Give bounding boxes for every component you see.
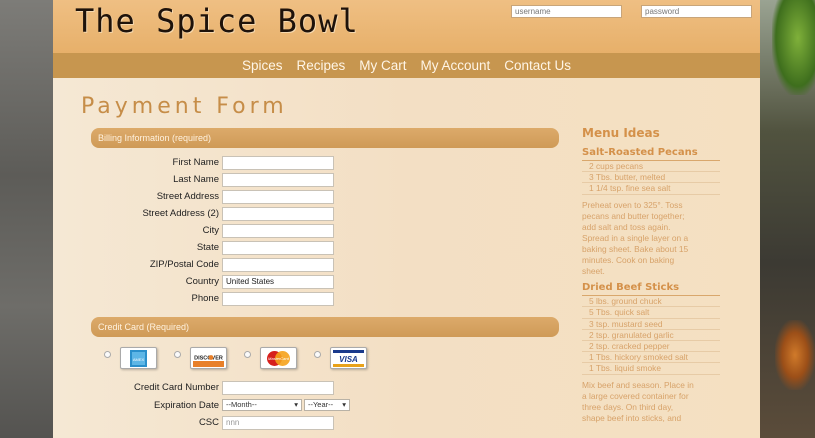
month-select-value: --Month--: [226, 400, 257, 409]
main-nav: Spices Recipes My Cart My Account Contac…: [53, 53, 760, 78]
svg-text:MasterCard: MasterCard: [268, 356, 290, 361]
recipe-instruction-line: baking sheet. Bake about 15: [582, 243, 689, 254]
svg-text:DISCOVER: DISCOVER: [194, 355, 223, 361]
first-name-field[interactable]: [222, 156, 334, 170]
site-logo[interactable]: The Spice Bowl: [75, 2, 359, 40]
svg-text:VISA: VISA: [339, 355, 358, 364]
country-row: Country United States: [91, 275, 391, 290]
ingredient-item: 1 1/4 tsp. fine sea salt: [582, 183, 720, 195]
recipe-instruction-line: sheet.: [582, 266, 605, 277]
username-input[interactable]: username: [511, 5, 622, 18]
leaf-decoration: [772, 0, 815, 95]
recipe-instruction-line: a large covered container for: [582, 390, 689, 401]
card-number-label: Credit Card Number: [134, 382, 219, 393]
ingredient-item: 2 tsp. cracked pepper: [582, 341, 720, 353]
recipe-instruction-line: add salt and toss again.: [582, 221, 671, 232]
state-row: State: [91, 241, 391, 256]
menu-ideas-sidebar: Menu Ideas Salt-Roasted Pecans 2 cups pe…: [582, 126, 722, 424]
street-address-2-field[interactable]: [222, 207, 334, 221]
discover-logo-icon[interactable]: DISCOVER: [190, 347, 227, 369]
spice-decoration: [775, 320, 815, 390]
visa-radio[interactable]: [314, 351, 321, 358]
last-name-row: Last Name: [91, 173, 391, 188]
country-label: Country: [185, 276, 219, 287]
nav-spices[interactable]: Spices: [242, 58, 283, 73]
nav-my-cart[interactable]: My Cart: [359, 58, 406, 73]
street-address-2-label: Street Address (2): [142, 208, 219, 219]
last-name-label: Last Name: [173, 174, 219, 185]
city-field[interactable]: [222, 224, 334, 238]
recipe-instruction-line: Mix beef and season. Place in: [582, 379, 694, 390]
nav-contact-us[interactable]: Contact Us: [504, 58, 571, 73]
chevron-down-icon: ▾: [294, 400, 298, 409]
street-address-label: Street Address: [156, 191, 219, 202]
amex-logo-icon[interactable]: AMEX: [120, 347, 157, 369]
country-field[interactable]: United States: [222, 275, 334, 289]
amex-radio[interactable]: [104, 351, 111, 358]
recipe-title[interactable]: Salt-Roasted Pecans: [582, 147, 720, 161]
last-name-field[interactable]: [222, 173, 334, 187]
street-address-2-row: Street Address (2): [91, 207, 391, 222]
expiration-label: Expiration Date: [154, 400, 219, 411]
nav-my-account[interactable]: My Account: [421, 58, 491, 73]
year-select[interactable]: --Year-- ▾: [304, 399, 350, 411]
state-field[interactable]: [222, 241, 334, 255]
ingredient-item: 5 lbs. ground chuck: [582, 296, 720, 308]
year-select-value: --Year--: [308, 400, 334, 409]
password-input[interactable]: password: [641, 5, 752, 18]
ingredient-item: 3 Tbs. butter, melted: [582, 172, 720, 184]
city-row: City: [91, 224, 391, 239]
menu-ideas-heading: Menu Ideas: [582, 126, 660, 140]
mastercard-logo-icon[interactable]: MasterCard: [260, 347, 297, 369]
ingredient-item: 2 tsp. granulated garlic: [582, 330, 720, 342]
site-header: The Spice Bowl username password: [53, 0, 760, 53]
ingredient-item: 1 Tbs. hickory smoked salt: [582, 352, 720, 364]
city-label: City: [202, 225, 219, 236]
recipe-instruction-line: minutes. Cook on baking: [582, 255, 675, 266]
page-content: Payment Form Billing Information (requir…: [53, 78, 760, 438]
credit-card-section-header: Credit Card (Required): [91, 317, 559, 337]
mastercard-radio[interactable]: [244, 351, 251, 358]
csc-field[interactable]: nnn: [222, 416, 334, 430]
discover-radio[interactable]: [174, 351, 181, 358]
phone-row: Phone: [91, 292, 391, 307]
first-name-row: First Name: [91, 156, 391, 171]
recipe-instruction-line: shape beef into sticks, and: [582, 412, 682, 423]
first-name-label: First Name: [172, 157, 219, 168]
street-address-row: Street Address: [91, 190, 391, 205]
zip-row: ZIP/Postal Code: [91, 258, 391, 273]
page-title: Payment Form: [81, 94, 288, 119]
billing-section-header: Billing Information (required): [91, 128, 559, 148]
csc-label: CSC: [198, 417, 219, 428]
phone-field[interactable]: [222, 292, 334, 306]
chevron-down-icon: ▾: [342, 400, 346, 409]
card-number-field[interactable]: [222, 381, 334, 395]
ingredient-item: 1 Tbs. liquid smoke: [582, 363, 720, 375]
visa-logo-icon[interactable]: VISA: [330, 347, 367, 369]
recipe-instruction-line: Preheat oven to 325°. Toss: [582, 199, 683, 210]
street-address-field[interactable]: [222, 190, 334, 204]
background-left: [0, 0, 53, 438]
recipe-instruction-line: pecans and butter together;: [582, 210, 685, 221]
expiration-row: Expiration Date --Month-- ▾ --Year-- ▾: [91, 399, 391, 414]
recipe-title[interactable]: Dried Beef Sticks: [582, 282, 720, 297]
zip-field[interactable]: [222, 258, 334, 272]
ingredient-item: 2 cups pecans: [582, 161, 720, 173]
month-select[interactable]: --Month-- ▾: [222, 399, 302, 411]
phone-label: Phone: [191, 293, 219, 304]
ingredient-item: 5 Tbs. quick salt: [582, 307, 720, 319]
ingredient-item: 3 tsp. mustard seed: [582, 319, 720, 330]
nav-recipes[interactable]: Recipes: [296, 58, 345, 73]
card-number-row: Credit Card Number: [91, 381, 391, 396]
recipe-instruction-line: Spread in a single layer on a: [582, 232, 689, 243]
svg-text:AMEX: AMEX: [133, 357, 145, 362]
state-label: State: [196, 242, 219, 253]
csc-row: CSC nnn: [91, 416, 391, 431]
zip-label: ZIP/Postal Code: [149, 259, 219, 270]
recipe-instruction-line: three days. On third day,: [582, 401, 674, 412]
